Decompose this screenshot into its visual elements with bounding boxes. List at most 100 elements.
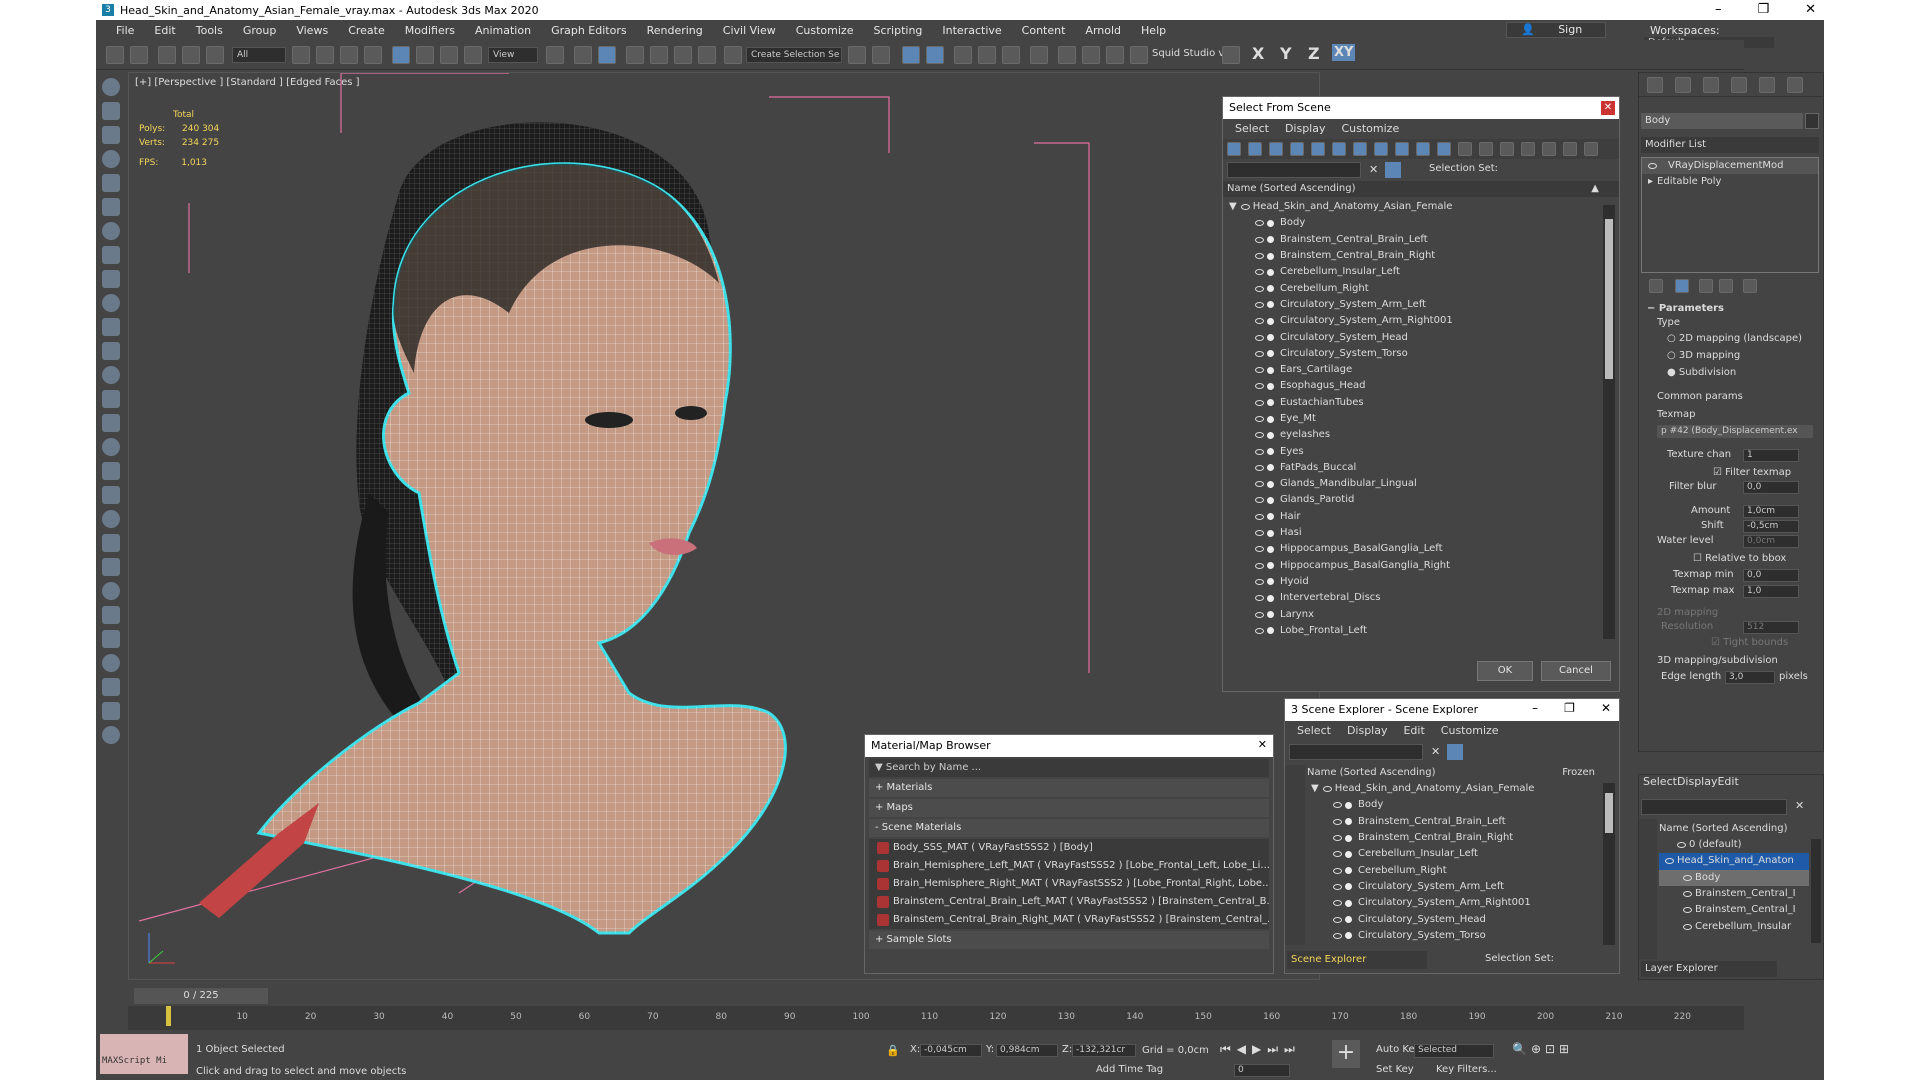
visibility-eye-icon[interactable] — [1333, 883, 1342, 890]
visibility-eye-icon[interactable] — [1255, 236, 1264, 243]
x-coordinate-field[interactable]: -0,045cm — [920, 1044, 982, 1057]
maps-section[interactable]: + Maps — [869, 799, 1269, 817]
create-tool-icon-11[interactable] — [102, 318, 120, 336]
filter-texmap-checkbox[interactable]: ☑ Filter texmap — [1713, 467, 1791, 478]
create-tool-icon-24[interactable] — [102, 630, 120, 648]
visibility-eye-icon[interactable] — [1255, 416, 1264, 422]
time-cursor[interactable] — [166, 1006, 171, 1026]
list-item[interactable]: Glands_Mandibular_Lingual — [1225, 476, 1601, 492]
amount-spinner[interactable]: 1,0cm — [1743, 505, 1799, 518]
render-icon[interactable] — [1106, 46, 1124, 64]
create-tool-icon-15[interactable] — [102, 414, 120, 432]
create-tool-icon-28[interactable] — [102, 726, 120, 744]
scene-materials-section[interactable]: - Scene Materials — [869, 819, 1269, 837]
object-color-swatch[interactable] — [1805, 113, 1819, 129]
render-frame-icon[interactable] — [1082, 46, 1100, 64]
maxscript-listener[interactable]: MAXScript Mi — [100, 1034, 188, 1074]
show-end-result-icon[interactable] — [1675, 279, 1689, 293]
create-tool-icon-10[interactable] — [102, 294, 120, 312]
menu-customize[interactable]: Customize — [1433, 721, 1507, 741]
visibility-eye-icon[interactable] — [1683, 907, 1692, 914]
place-icon[interactable] — [464, 46, 482, 64]
create-tool-icon-26[interactable] — [102, 678, 120, 696]
list-item[interactable]: Circulatory_System_Arm_Right001 — [1307, 895, 1601, 911]
filter-type-icon-9[interactable] — [1395, 142, 1409, 156]
list-item[interactable]: Esophagus_Head — [1225, 378, 1601, 394]
create-tool-icon-2[interactable] — [102, 102, 120, 120]
material-item[interactable]: Brain_Hemisphere_Right_MAT ( VRayFastSSS… — [869, 875, 1269, 893]
filter-type-icon-2[interactable] — [1248, 142, 1262, 156]
clear-search-icon[interactable]: ✕ — [1369, 163, 1378, 176]
close-browser-icon[interactable]: ✕ — [1258, 738, 1267, 751]
curve-editor-icon[interactable] — [978, 46, 996, 64]
list-item[interactable]: Circulatory_System_Arm_Left — [1307, 879, 1601, 895]
window-crossing-icon[interactable] — [364, 46, 382, 64]
filter-blur-spinner[interactable]: 0,0 — [1743, 481, 1799, 494]
scene-explorer-icon[interactable] — [902, 46, 920, 64]
visibility-eye-icon[interactable] — [1255, 334, 1264, 341]
visibility-eye-icon[interactable] — [1255, 253, 1264, 260]
visibility-eye-icon[interactable] — [1255, 611, 1264, 618]
create-tool-icon-1[interactable] — [102, 78, 120, 96]
select-object-icon[interactable] — [292, 46, 310, 64]
filter-type-icon-3[interactable] — [1269, 142, 1283, 156]
filter-type-icon-11[interactable] — [1437, 142, 1451, 156]
layer-item[interactable]: Head_Skin_and_Anaton — [1659, 853, 1809, 870]
create-tool-icon-18[interactable] — [102, 486, 120, 504]
selection-filter-dropdown[interactable]: All — [232, 47, 286, 63]
list-item[interactable]: Circulatory_System_Torso — [1307, 928, 1601, 944]
filter-type-icon-5[interactable] — [1311, 142, 1325, 156]
grid-icon[interactable] — [1222, 46, 1240, 64]
list-item[interactable]: Circulatory_System_Arm_Left — [1225, 297, 1601, 313]
stack-item-vray-displacement[interactable]: VRayDisplacementMod — [1642, 158, 1818, 175]
ok-button[interactable]: OK — [1477, 661, 1533, 681]
filter-type-icon-8[interactable] — [1374, 142, 1388, 156]
create-tool-icon-12[interactable] — [102, 342, 120, 360]
track-bar[interactable]: 10 20 30 40 50 60 70 80 90 100 110 120 130 140 150 160 1… — [128, 1006, 1744, 1030]
visibility-eye-icon[interactable] — [1333, 835, 1342, 842]
layer-item[interactable]: Brainstem_Central_I — [1659, 902, 1809, 918]
visibility-eye-icon[interactable] — [1255, 546, 1264, 553]
list-item[interactable]: EustachianTubes — [1225, 395, 1601, 411]
visibility-eye-icon[interactable] — [1255, 220, 1264, 227]
list-item[interactable]: Hippocampus_BasalGanglia_Right — [1225, 558, 1601, 574]
visibility-eye-icon[interactable] — [1322, 786, 1332, 793]
list-item[interactable]: Brainstem_Central_Brain_Left — [1225, 232, 1601, 248]
menu-select[interactable]: Select — [1227, 119, 1277, 139]
visibility-eye-icon[interactable] — [1255, 432, 1264, 439]
visibility-eye-icon[interactable] — [1683, 874, 1692, 881]
align-icon[interactable] — [872, 46, 890, 64]
list-root[interactable]: ▼ Head_Skin_and_Anatomy_Asian_Female — [1225, 199, 1601, 215]
shift-spinner[interactable]: -0,5cm — [1743, 520, 1799, 533]
set-key-button[interactable]: Set Key — [1376, 1064, 1414, 1075]
expand-icon[interactable]: ▼ — [1311, 781, 1319, 797]
list-item[interactable]: Circulatory_System_Arm_Right001 — [1225, 313, 1601, 329]
body-mesh[interactable] — [256, 162, 787, 935]
scrollbar-thumb[interactable] — [1605, 219, 1613, 379]
visibility-eye-icon[interactable] — [1255, 399, 1264, 406]
menu-customize[interactable]: Customize — [1333, 119, 1407, 139]
visibility-eye-icon[interactable] — [1683, 923, 1692, 930]
pin-stack-icon[interactable] — [1649, 279, 1663, 293]
view-navigation-icons[interactable]: 🔍⊕⊡⊞ — [1512, 1042, 1573, 1056]
spinner-snap-icon[interactable] — [698, 46, 716, 64]
cancel-button[interactable]: Cancel — [1541, 661, 1611, 681]
create-tool-icon-16[interactable] — [102, 438, 120, 456]
layer-clear-icon[interactable]: ✕ — [1795, 799, 1804, 812]
ribbon-icon[interactable] — [954, 46, 972, 64]
visibility-eye-icon[interactable] — [1677, 842, 1686, 849]
list-item[interactable]: Eyes — [1225, 443, 1601, 459]
create-tool-icon-9[interactable] — [102, 270, 120, 288]
filter-type-icon-4[interactable] — [1290, 142, 1304, 156]
axis-y-button[interactable]: Y — [1280, 44, 1292, 63]
create-tab-icon[interactable] — [1647, 77, 1663, 93]
axis-xy-button[interactable]: XY — [1332, 44, 1356, 61]
list-item[interactable]: Hyoid — [1225, 574, 1601, 590]
menu-content[interactable]: Content — [1012, 24, 1076, 37]
water-level-spinner[interactable]: 0,0cm — [1743, 535, 1799, 548]
expand-icon[interactable]: ▸ — [1648, 174, 1653, 190]
list-item[interactable]: Brainstem_Central_Brain_Right — [1307, 830, 1601, 846]
create-tool-icon-27[interactable] — [102, 702, 120, 720]
modify-tab-icon[interactable] — [1675, 77, 1691, 93]
visibility-eye-icon[interactable] — [1255, 530, 1264, 537]
